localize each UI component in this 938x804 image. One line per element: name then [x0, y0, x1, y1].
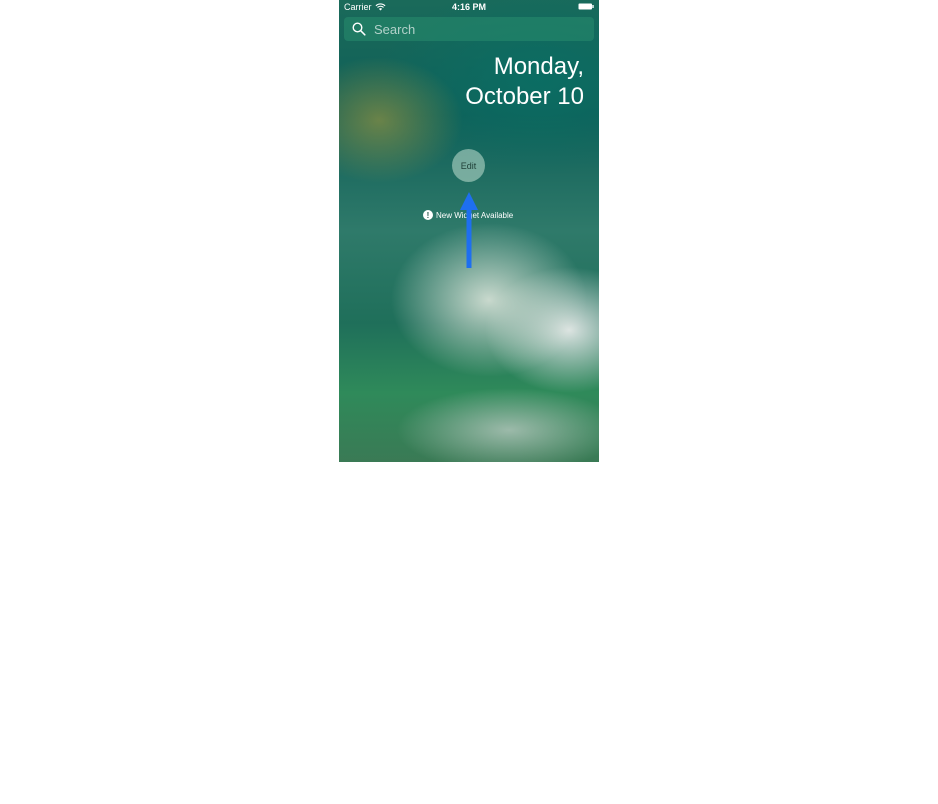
- battery-icon: [578, 3, 594, 10]
- search-input[interactable]: [372, 20, 586, 38]
- search-bar[interactable]: [344, 17, 594, 41]
- info-icon: !: [423, 210, 433, 220]
- date-weekday: Monday,: [493, 53, 584, 80]
- status-time: 4:16 PM: [451, 2, 486, 12]
- phone-screen: Carrier 4:16 PM Monday, October 10 Edit …: [339, 0, 599, 462]
- up-arrow-icon: [460, 192, 478, 268]
- status-bar: Carrier 4:16 PM: [339, 0, 599, 14]
- search-icon: [352, 22, 366, 36]
- edit-button[interactable]: Edit: [452, 149, 485, 182]
- date-display: Monday, October 10: [465, 52, 584, 112]
- date-day: October 10: [465, 83, 584, 110]
